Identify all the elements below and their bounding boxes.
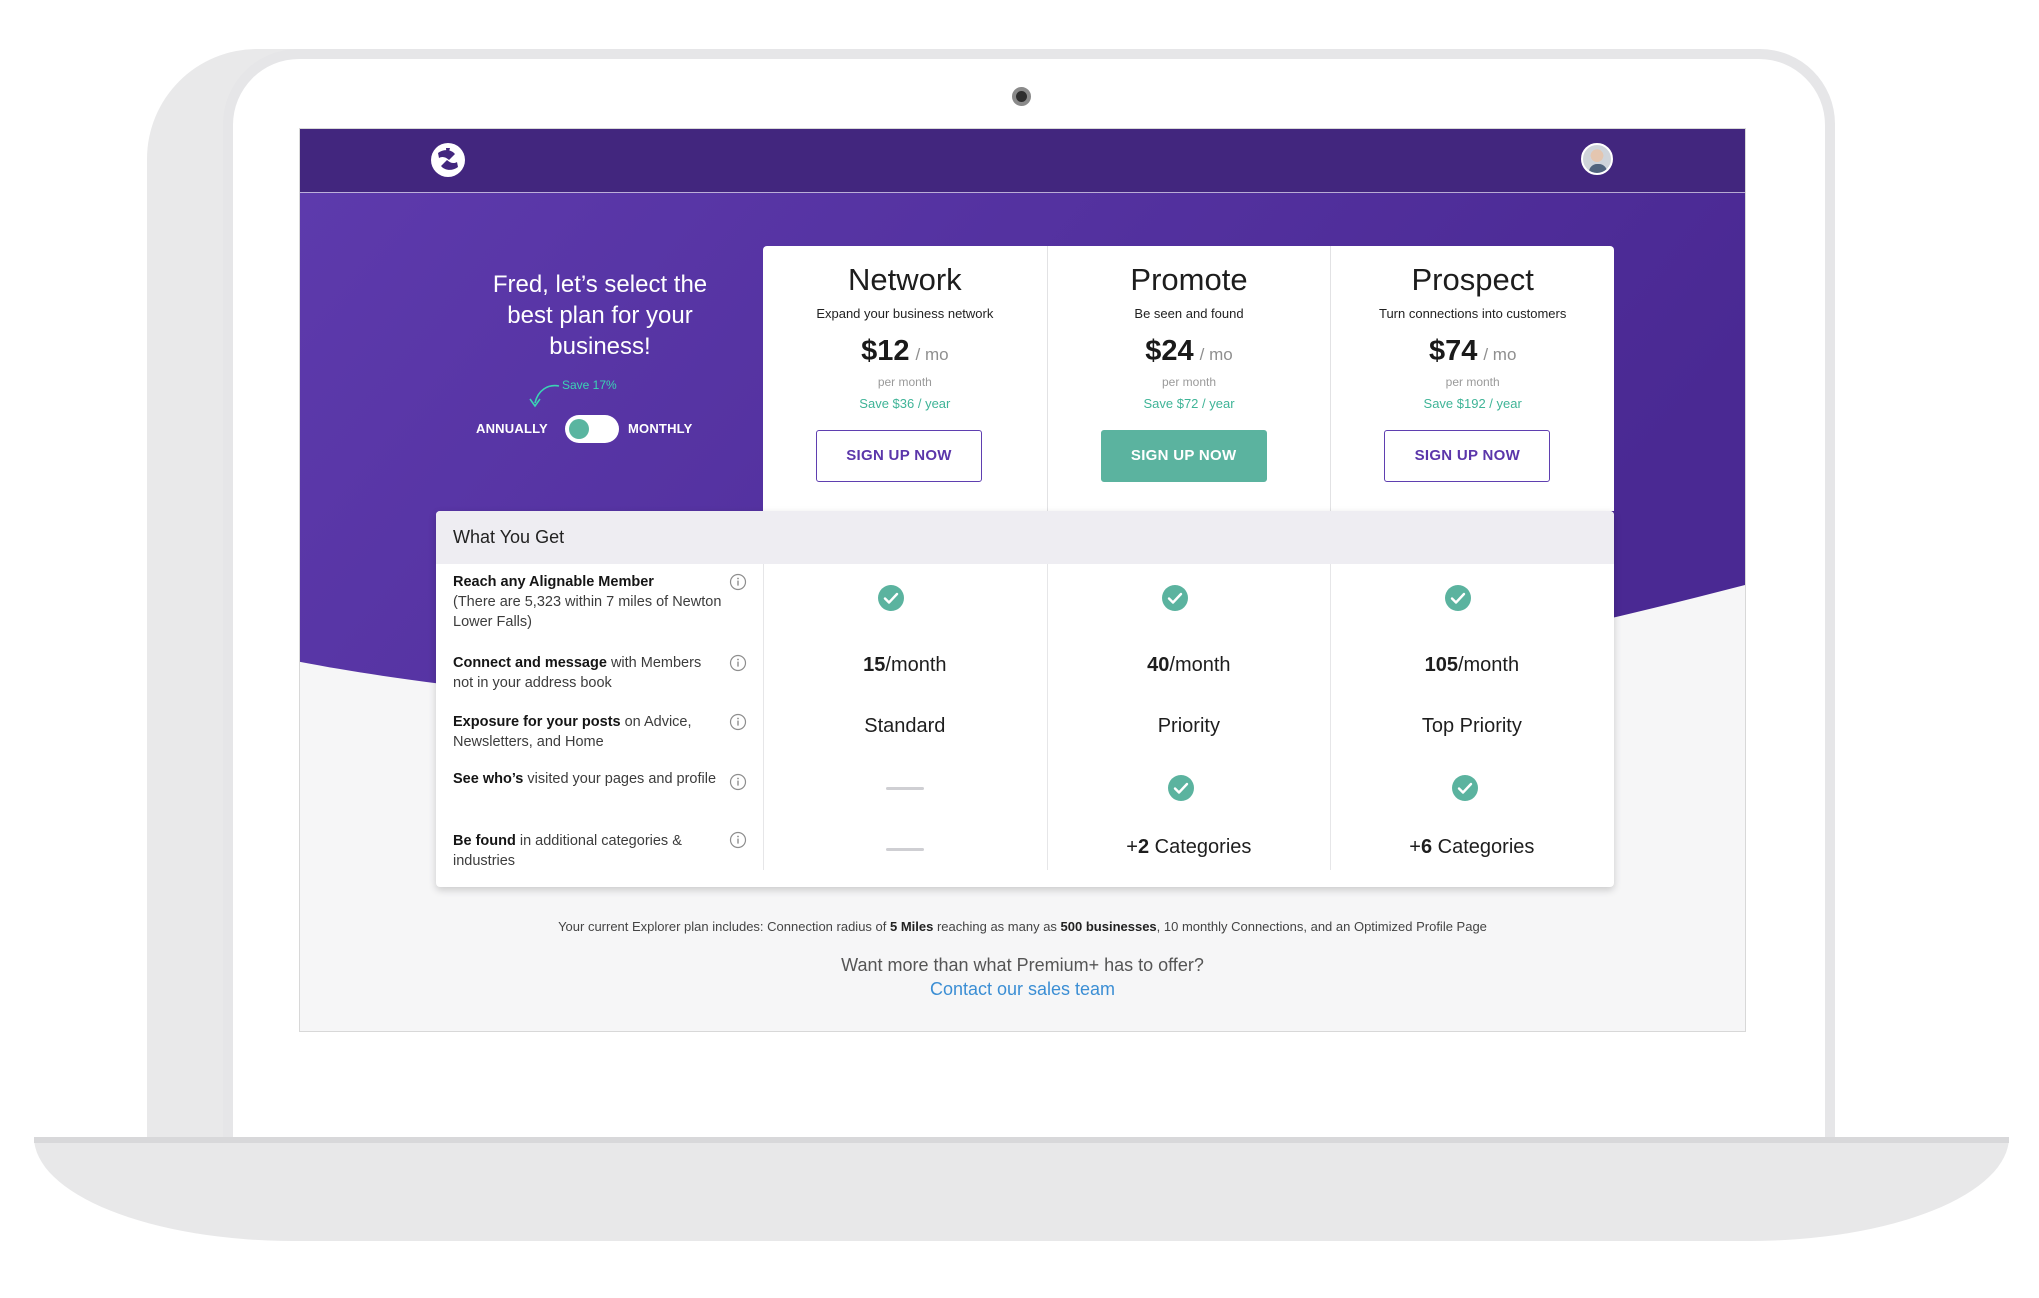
value-prefix: + — [1126, 836, 1138, 858]
plan-price-row: $74 / mo — [1331, 335, 1614, 368]
note-bold: 500 businesses — [1060, 919, 1157, 934]
screen: Fred, let’s select the best plan for you… — [299, 128, 1746, 1032]
feature-bold: Reach any Alignable Member — [453, 574, 654, 590]
plan-price-unit: / mo — [1483, 345, 1517, 364]
feature-connect: Connect and message with Members not in … — [453, 653, 725, 693]
value-number: 15 — [863, 654, 886, 676]
feature-bold: Connect and message — [453, 655, 607, 671]
value-number: 40 — [1147, 654, 1170, 676]
info-icon[interactable] — [729, 654, 747, 672]
plan-prospect: Prospect Turn connections into customers… — [1330, 246, 1614, 511]
plan-name: Network — [847, 262, 962, 297]
connect-value-prospect: 105/month — [1330, 654, 1614, 677]
plan-per-month: per month — [877, 375, 932, 389]
feature-exposure: Exposure for your posts on Advice, Newsl… — [453, 712, 725, 752]
value-number: 105 — [1424, 654, 1458, 676]
info-icon[interactable] — [729, 713, 747, 731]
feature-desc: (There are 5,323 within 7 miles of Newto… — [453, 594, 722, 630]
check-circle-icon — [1445, 585, 1471, 611]
note-text: Your current Explorer plan includes: Con… — [558, 919, 890, 934]
connect-value-promote: 40/month — [1047, 654, 1331, 677]
check-circle-icon — [1162, 585, 1188, 611]
plan-promote: Promote Be seen and found $24 / mo per m… — [1046, 246, 1331, 511]
value-number: 6 — [1420, 836, 1433, 858]
plan-name: Prospect — [1411, 262, 1534, 297]
contact-sales-link[interactable]: Contact our sales team — [300, 979, 1745, 1000]
value-prefix: + — [1409, 836, 1421, 858]
feature-reach: Reach any Alignable Member (There are 5,… — [453, 572, 725, 632]
info-icon[interactable] — [729, 573, 747, 591]
plan-savings: Save $192 / year — [1423, 396, 1522, 411]
user-avatar[interactable] — [1581, 143, 1613, 175]
value-suffix: Categories — [1432, 836, 1535, 858]
sign-up-network-button[interactable]: SIGN UP NOW — [816, 430, 982, 482]
plan-price-row: $24 / mo — [1048, 335, 1331, 368]
note-text: , 10 monthly Connections, and an Optimiz… — [1156, 919, 1487, 934]
note-text: reaching as many as — [933, 919, 1061, 934]
more-offer-text: Want more than what Premium+ has to offe… — [841, 955, 1204, 975]
note-bold: 5 Miles — [890, 919, 934, 934]
top-navigation-bar — [300, 129, 1745, 192]
plan-network: Network Expand your business network $12… — [763, 246, 1047, 511]
value-suffix: /month — [1457, 654, 1520, 676]
value-suffix: /month — [885, 654, 947, 676]
categories-value-promote: +2 Categories — [1047, 836, 1331, 859]
plan-savings: Save $36 / year — [859, 396, 951, 411]
plan-savings: Save $72 / year — [1143, 396, 1235, 411]
plan-tagline: Be seen and found — [1134, 306, 1244, 321]
plan-price-unit: / mo — [915, 345, 949, 364]
info-icon[interactable] — [729, 831, 747, 849]
features-table-header: What You Get — [436, 511, 1614, 564]
feature-categories: Be found in additional categories & indu… — [453, 831, 725, 871]
plan-tagline: Expand your business network — [816, 306, 994, 321]
feature-bold: Exposure for your posts — [453, 714, 621, 730]
plan-price: $74 — [1428, 335, 1478, 367]
features-table-title: What You Get — [453, 527, 565, 547]
sign-up-promote-button[interactable]: SIGN UP NOW — [1100, 430, 1267, 482]
feature-bold: Be found — [453, 833, 516, 849]
plan-price: $12 — [861, 335, 910, 367]
feature-bold: See who’s — [453, 771, 524, 787]
value-suffix: Categories — [1149, 836, 1252, 858]
laptop-base-edge — [34, 1137, 2009, 1143]
plan-price: $24 — [1145, 335, 1194, 367]
features-table: What You Get Reach any Alignable Member … — [436, 511, 1614, 887]
exposure-value-promote: Priority — [1157, 715, 1220, 737]
plan-price-row: $12 / mo — [763, 335, 1047, 368]
current-plan-note: Your current Explorer plan includes: Con… — [300, 919, 1745, 934]
info-icon[interactable] — [729, 773, 747, 791]
not-included-dash — [886, 848, 924, 851]
not-included-dash — [886, 787, 924, 790]
connect-value-network: 15/month — [763, 654, 1047, 677]
plan-per-month: per month — [1445, 375, 1500, 389]
sign-up-prospect-button[interactable]: SIGN UP NOW — [1384, 430, 1551, 482]
plan-tagline: Turn connections into customers — [1378, 306, 1567, 321]
check-circle-icon — [878, 585, 904, 611]
plan-name: Promote — [1130, 262, 1248, 297]
value-number: 2 — [1137, 836, 1150, 858]
webcam-icon — [1012, 87, 1031, 106]
alignable-logo-icon[interactable] — [430, 142, 466, 178]
exposure-value-prospect: Top Priority — [1421, 715, 1522, 737]
pricing-card: Network Expand your business network $12… — [436, 246, 1614, 887]
check-circle-icon — [1168, 775, 1194, 801]
exposure-value-network: Standard — [864, 715, 946, 737]
plan-price-unit: / mo — [1199, 345, 1233, 364]
plan-columns: Network Expand your business network $12… — [763, 246, 1614, 511]
categories-value-prospect: +6 Categories — [1330, 836, 1614, 859]
laptop-base — [34, 1137, 2009, 1241]
feature-visitors: See who’s visited your pages and profile — [453, 769, 725, 789]
feature-desc: visited your pages and profile — [523, 771, 717, 787]
value-suffix: /month — [1169, 654, 1231, 676]
plan-per-month: per month — [1161, 375, 1217, 389]
check-circle-icon — [1452, 775, 1478, 801]
